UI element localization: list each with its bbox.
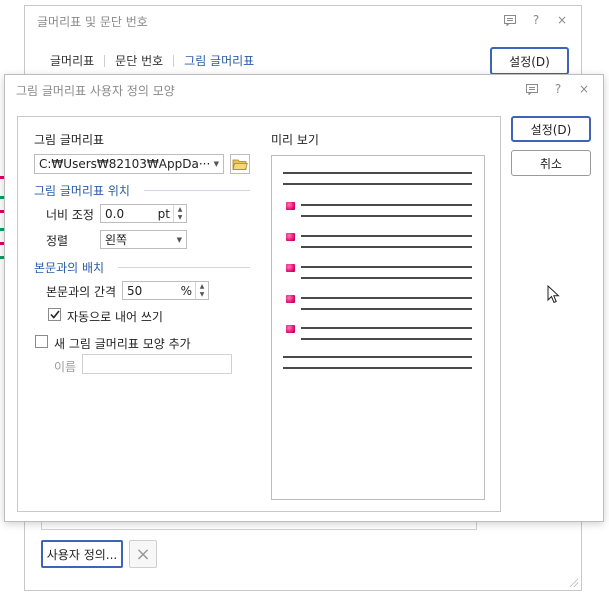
comment-icon[interactable] (503, 13, 517, 27)
gap-stepper[interactable]: 50 % ▲ ▼ (122, 281, 209, 300)
section-divider (118, 267, 250, 268)
add-shape-label: 새 그림 글머리표 모양 추가 (54, 337, 191, 351)
file-path-combo[interactable]: C:₩Users₩82103₩AppDa··· ▼ (34, 154, 224, 174)
align-value: 왼쪽 (105, 233, 128, 247)
bullet-icon (286, 264, 295, 272)
help-icon[interactable]: ? (551, 82, 565, 96)
position-section-title: 그림 글머리표 위치 (34, 184, 130, 198)
preview-line (301, 266, 472, 268)
help-icon[interactable]: ? (529, 13, 543, 27)
tab-bar: 글머리표 문단 번호 그림 글머리표 (50, 52, 254, 69)
cancel-button[interactable]: 취소 (511, 150, 591, 176)
preview-line (301, 215, 472, 217)
placement-section-title: 본문과의 배치 (34, 261, 105, 275)
auto-indent-checkbox[interactable] (48, 308, 61, 321)
delete-icon[interactable]: × (129, 540, 157, 568)
preview-line (301, 308, 472, 310)
resize-grip[interactable] (568, 577, 578, 587)
close-icon[interactable]: × (555, 13, 569, 27)
comment-icon[interactable] (525, 82, 539, 96)
stepper-arrows[interactable]: ▲ ▼ (195, 282, 208, 299)
title-bar-controls: ? × (525, 82, 591, 96)
name-input[interactable] (82, 354, 232, 374)
set-button[interactable]: 설정(D) (511, 116, 591, 142)
width-stepper[interactable]: 0.0 pt ▲ ▼ (100, 204, 187, 223)
dialog-title: 그림 글머리표 사용자 정의 모양 (16, 84, 175, 98)
dialog-title: 글머리표 및 문단 번호 (37, 15, 148, 29)
bullet-icon (286, 202, 295, 210)
gap-label: 본문과의 간격 (46, 285, 117, 299)
preview-line (301, 327, 472, 329)
preview-label: 미리 보기 (271, 133, 319, 147)
checkmark-icon (49, 310, 60, 319)
tab-paragraph-numbers[interactable]: 문단 번호 (115, 52, 163, 69)
preview-line (283, 183, 472, 185)
file-path-value: C:₩Users₩82103₩AppDa··· (39, 157, 211, 171)
customize-button[interactable]: 사용자 정의... (41, 540, 123, 568)
preview-line (283, 367, 472, 369)
chevron-up-icon: ▲ (177, 205, 183, 213)
auto-indent-label: 자동으로 내어 쓰기 (67, 310, 163, 324)
mouse-cursor-icon (547, 285, 560, 304)
bullet-icon (286, 295, 295, 303)
folder-icon (232, 159, 248, 170)
custom-picture-bullet-dialog: 그림 글머리표 사용자 정의 모양 ? × 그림 글머리표 C:₩Users₩8… (4, 74, 604, 522)
stepper-arrows[interactable]: ▲ ▼ (173, 205, 186, 222)
name-label: 이름 (54, 360, 77, 374)
preview-line (301, 235, 472, 237)
section-divider (144, 190, 250, 191)
tab-separator (173, 54, 175, 67)
title-bar-controls: ? × (503, 13, 569, 27)
add-shape-checkbox[interactable] (35, 335, 48, 348)
preview-line (283, 172, 472, 174)
gap-value: 50 (127, 283, 143, 298)
chevron-down-icon: ▼ (213, 160, 219, 168)
preview-line (283, 356, 472, 358)
bullet-icon (286, 233, 295, 241)
chevron-down-icon: ▼ (176, 235, 182, 244)
preview-line (301, 297, 472, 299)
picture-bullet-label: 그림 글머리표 (34, 133, 105, 147)
chevron-down-icon: ▼ (199, 291, 205, 299)
preview-line (301, 204, 472, 206)
preview-box (271, 155, 485, 500)
open-folder-button[interactable] (230, 154, 250, 174)
preview-line (301, 246, 472, 248)
tab-separator (104, 54, 106, 67)
width-value: 0.0 (105, 206, 125, 221)
gap-unit: % (180, 283, 192, 298)
close-icon[interactable]: × (577, 82, 591, 96)
width-label: 너비 조정 (46, 208, 94, 222)
width-unit: pt (157, 206, 170, 221)
tab-bullets[interactable]: 글머리표 (50, 52, 94, 69)
chevron-down-icon: ▼ (177, 214, 183, 222)
preview-line (301, 277, 472, 279)
tab-picture-bullets[interactable]: 그림 글머리표 (184, 52, 254, 69)
align-label: 정렬 (46, 234, 69, 248)
preview-line (301, 338, 472, 340)
set-button[interactable]: 설정(D) (490, 47, 569, 75)
align-select[interactable]: 왼쪽 ▼ (100, 230, 187, 249)
bullet-icon (286, 325, 295, 333)
settings-panel: 그림 글머리표 C:₩Users₩82103₩AppDa··· ▼ 그림 글머리… (17, 116, 501, 512)
chevron-up-icon: ▲ (199, 282, 205, 290)
